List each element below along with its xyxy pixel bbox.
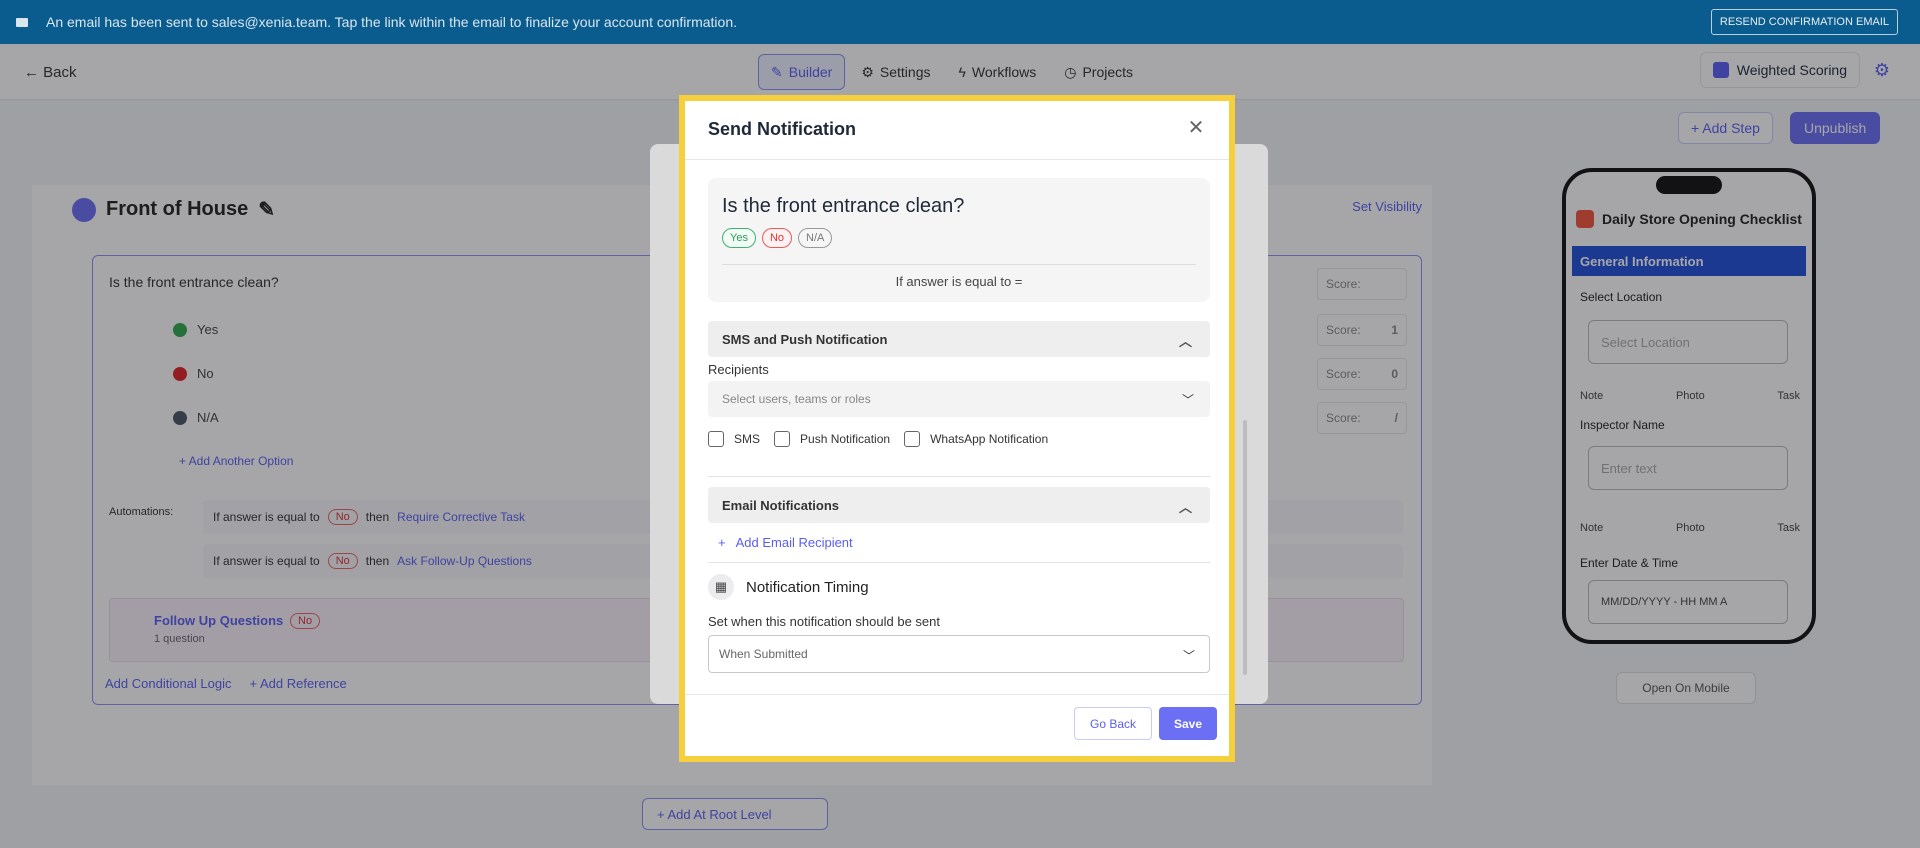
channel-checkboxes: SMS Push Notification WhatsApp Notificat… <box>708 431 1048 447</box>
recipients-label: Recipients <box>708 362 769 377</box>
answer-chip-yes: Yes <box>722 228 756 248</box>
chevron-up-icon: ︿ <box>1178 500 1192 515</box>
resend-confirmation-button[interactable]: RESEND CONFIRMATION EMAIL <box>1710 9 1898 35</box>
timing-select[interactable]: When Submitted ﹀ <box>708 635 1210 673</box>
question-text: Is the front entrance clean? <box>722 195 965 217</box>
add-email-recipient-button[interactable]: + Add Email Recipient <box>718 535 853 550</box>
answer-chips: Yes No N/A <box>722 228 833 248</box>
recipients-placeholder: Select users, teams or roles <box>722 392 871 406</box>
modal-title: Send Notification <box>708 119 856 139</box>
checkbox-icon <box>774 431 791 447</box>
add-email-label: Add Email Recipient <box>735 535 853 550</box>
section-label: SMS and Push Notification <box>722 331 888 347</box>
checkbox-label: SMS <box>734 432 761 446</box>
section-label: Email Notifications <box>722 497 840 513</box>
sms-checkbox[interactable]: SMS <box>708 431 760 447</box>
chevron-up-icon: ︿ <box>1178 334 1192 349</box>
close-icon[interactable]: ✕ <box>1187 118 1205 138</box>
timing-value: When Submitted <box>719 647 808 661</box>
email-notifications-section-header[interactable]: Email Notifications ︿ <box>708 487 1210 523</box>
whatsapp-notification-checkbox[interactable]: WhatsApp Notification <box>904 431 1048 447</box>
mail-icon <box>16 17 28 27</box>
chevron-down-icon: ﹀ <box>1181 393 1194 407</box>
checkbox-label: Push Notification <box>800 432 891 446</box>
plus-icon: + <box>718 535 726 550</box>
checkbox-icon <box>708 431 724 447</box>
answer-chip-na: N/A <box>798 228 833 248</box>
banner-message: An email has been sent to sales@xenia.te… <box>46 14 737 30</box>
modal-footer-divider <box>685 694 1229 695</box>
calendar-icon: ▦ <box>708 574 734 600</box>
answer-chip-no: No <box>761 228 793 248</box>
chevron-down-icon: ﹀ <box>1182 649 1195 663</box>
divider <box>708 476 1210 477</box>
question-summary: Is the front entrance clean? Yes No N/A … <box>708 178 1210 302</box>
checkbox-label: WhatsApp Notification <box>930 432 1049 446</box>
push-notification-checkbox[interactable]: Push Notification <box>774 431 890 447</box>
sms-push-section-header[interactable]: SMS and Push Notification ︿ <box>708 321 1210 357</box>
checkbox-icon <box>904 431 921 447</box>
timing-help: Set when this notification should be sen… <box>708 614 940 629</box>
confirmation-banner: An email has been sent to sales@xenia.te… <box>0 0 1920 44</box>
timing-title: Notification Timing <box>746 578 869 596</box>
condition-text: If answer is equal to = <box>895 274 1023 289</box>
modal-header: Send Notification ✕ <box>685 101 1229 160</box>
divider <box>722 264 1196 265</box>
divider <box>708 562 1210 563</box>
recipients-select[interactable]: Select users, teams or roles ﹀ <box>708 381 1210 417</box>
notification-timing-header: ▦ Notification Timing <box>708 574 869 600</box>
send-notification-modal: Send Notification ✕ Is the front entranc… <box>679 95 1235 762</box>
go-back-button[interactable]: Go Back <box>1074 707 1152 740</box>
save-button[interactable]: Save <box>1159 707 1217 740</box>
modal-scrollbar[interactable] <box>1243 420 1247 675</box>
